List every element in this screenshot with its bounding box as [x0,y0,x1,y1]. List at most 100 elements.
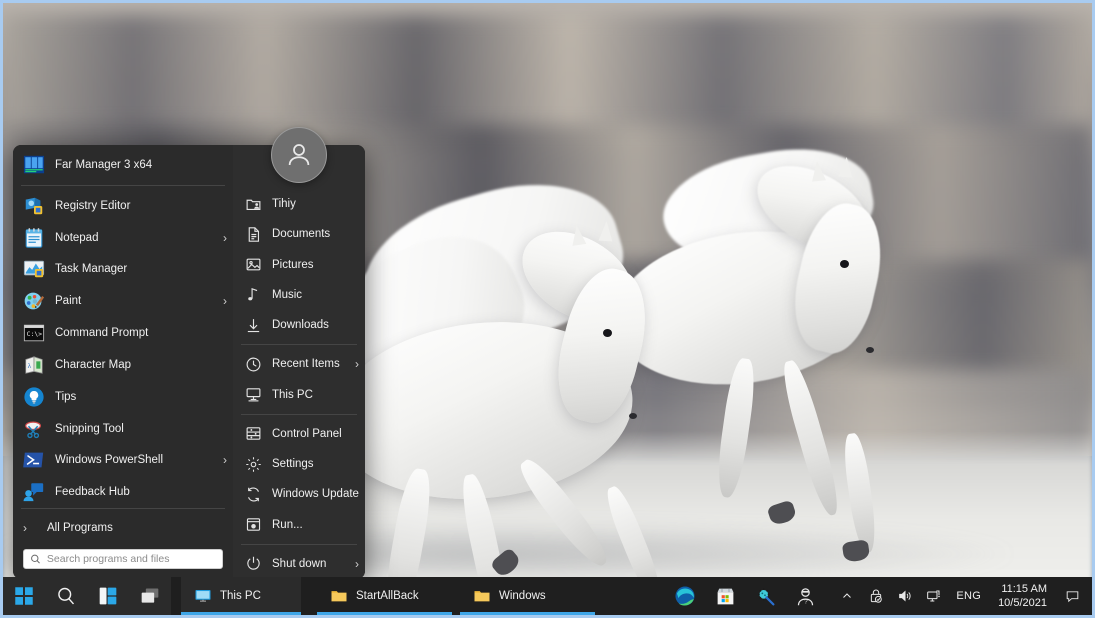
start-item-recent-items[interactable]: Recent Items › [233,349,365,379]
task-view-button[interactable] [129,577,171,615]
download-arrow-icon [243,315,263,335]
tray-language-indicator[interactable]: ENG [950,590,987,602]
clock-icon [243,354,263,374]
chevron-right-icon: › [355,556,359,571]
chevron-right-icon: › [223,453,227,468]
taskbar: This PC StartAllBack Windows ? ENG 11:15… [3,577,1092,615]
tray-overflow-button[interactable] [834,577,860,615]
virus-magnifier-icon [757,587,775,606]
user-folder-icon [243,194,263,214]
start-item-command-prompt[interactable]: C:\> Command Prompt [13,317,233,349]
character-map-icon: λ [21,352,47,378]
start-item-documents[interactable]: Documents [233,219,365,249]
search-box[interactable] [23,548,223,569]
tips-lightbulb-icon [21,384,47,410]
music-note-icon [243,285,263,305]
start-item-far-manager[interactable]: Far Manager 3 x64 [13,149,233,181]
store-icon [717,588,733,604]
start-item-windows-powershell[interactable]: Windows PowerShell › [13,444,233,476]
tray-clock[interactable]: 11:15 AM 10/5/2021 [990,577,1055,615]
start-menu-divider [241,344,357,346]
command-prompt-icon: C:\> [21,320,47,346]
start-item-label: Command Prompt [55,327,149,340]
start-button[interactable] [3,577,45,615]
taskbar-window-this-pc[interactable]: This PC [181,577,301,615]
horse-front [322,160,763,615]
start-item-label: Recent Items [272,358,340,371]
document-icon [243,224,263,244]
start-item-tihiy[interactable]: Tihiy [233,189,365,219]
chevron-right-icon: › [223,294,227,309]
start-item-tips[interactable]: Tips [13,381,233,413]
search-icon [31,554,40,564]
start-item-paint[interactable]: Paint › [13,285,233,317]
start-item-label: Control Panel [272,427,342,440]
start-item-run[interactable]: Run... [233,510,365,540]
task-view-icon [141,588,159,603]
start-item-task-manager[interactable]: Task Manager [13,253,233,285]
notification-center-button[interactable] [1058,577,1086,615]
spy-person-icon: ? [797,587,813,605]
start-menu-left-column: Far Manager 3 x64 Registry Editor Notepa… [13,145,233,579]
taskbar-app-microsoft-store[interactable] [705,577,745,615]
widgets-button[interactable] [87,577,129,615]
user-avatar[interactable] [271,127,327,183]
power-icon [243,554,263,574]
start-item-label: Documents [272,228,331,241]
taskbar-window-windows[interactable]: Windows [460,577,595,615]
desktop-screen: Far Manager 3 x64 Registry Editor Notepa… [0,0,1095,618]
start-item-snipping-tool[interactable]: Snipping Tool [13,413,233,445]
start-item-label: Character Map [55,358,132,371]
taskbar-app-microsoft-edge[interactable] [665,577,705,615]
tray-security-icon-button[interactable] [863,577,889,615]
start-item-feedback-hub[interactable]: Feedback Hub [13,476,233,508]
start-item-label: Pictures [272,258,314,271]
taskbar-running-indicator [317,612,452,615]
start-item-label: Settings [272,458,314,471]
start-item-label: Registry Editor [55,199,131,212]
taskbar-system-buttons [3,577,171,615]
start-item-label: Paint [55,295,82,308]
start-item-label: Windows PowerShell [55,454,164,467]
start-item-settings[interactable]: Settings [233,449,365,479]
feedback-hub-icon [21,479,47,505]
start-item-registry-editor[interactable]: Registry Editor [13,190,233,222]
start-item-windows-update[interactable]: Windows Update [233,479,365,509]
start-item-label: Tihiy [272,198,296,211]
notepad-icon [21,225,47,251]
start-item-pictures[interactable]: Pictures [233,250,365,280]
start-item-label: Feedback Hub [55,486,130,499]
tray-volume-button[interactable] [892,577,918,615]
start-menu-right-column: Tihiy Documents Pictures Music Downloads… [233,145,365,579]
taskbar-app-spy-utility[interactable]: ? [785,577,825,615]
svg-text:λ: λ [28,361,32,370]
paint-icon [21,288,47,314]
volume-speaker-icon [899,590,911,602]
search-input[interactable] [46,552,216,565]
tray-network-button[interactable] [921,577,947,615]
start-item-label: Downloads [272,319,329,332]
chevron-right-icon: › [355,357,359,372]
taskbar-window-startallback[interactable]: StartAllBack [317,577,452,615]
search-button[interactable] [45,577,87,615]
start-item-character-map[interactable]: λ Character Map [13,349,233,381]
start-item-music[interactable]: Music [233,280,365,310]
start-item-control-panel[interactable]: Control Panel [233,419,365,449]
start-item-shut-down[interactable]: Shut down › [233,549,365,579]
svg-text:?: ? [804,598,808,605]
start-item-downloads[interactable]: Downloads [233,310,365,340]
edge-icon [675,586,695,606]
taskbar-app-virus-scanner[interactable] [745,577,785,615]
chevron-right-icon: › [23,521,27,536]
chat-bubble-icon [1066,590,1078,602]
search-icon [58,587,75,605]
start-item-label: Run... [272,518,303,531]
start-menu-divider [21,508,225,510]
start-item-label: Snipping Tool [55,422,124,435]
security-lock-icon [871,589,883,603]
start-item-notepad[interactable]: Notepad › [13,222,233,254]
all-programs-button[interactable]: › All Programs [13,513,233,543]
this-pc-monitor-icon [193,586,213,606]
start-item-this-pc[interactable]: This PC [233,380,365,410]
refresh-icon [243,484,263,504]
